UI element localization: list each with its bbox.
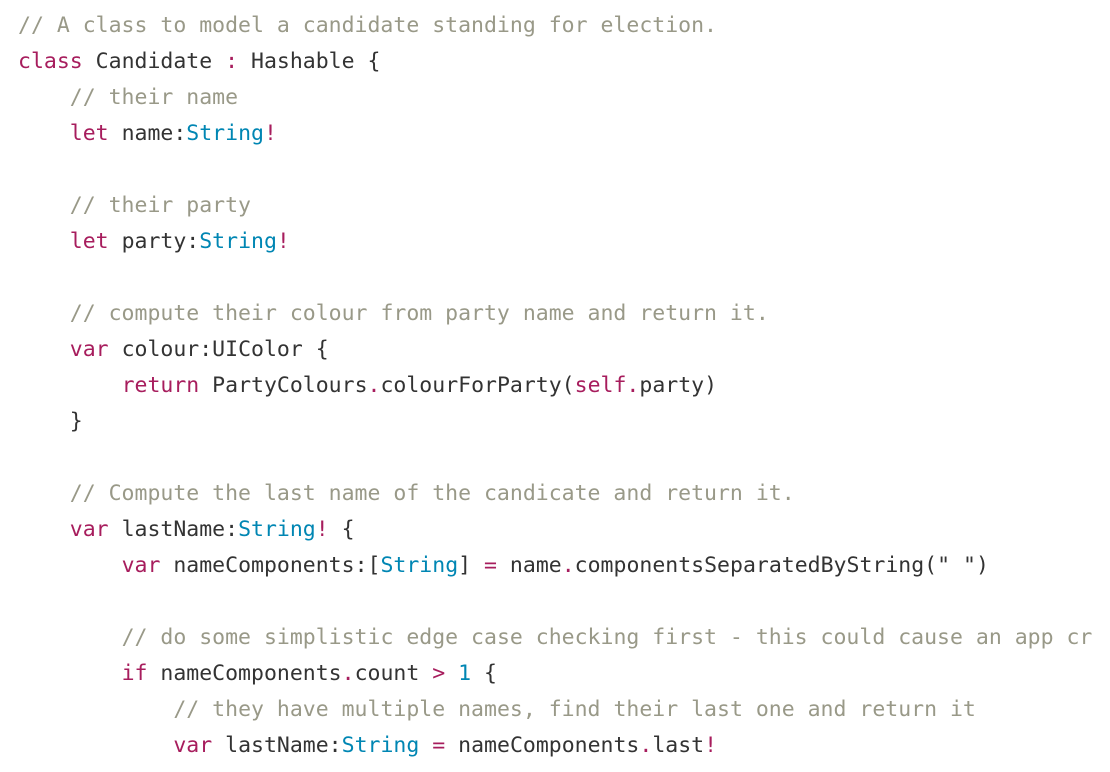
- code-token-keyword: class: [18, 49, 83, 74]
- code-token-plain: colourForParty(: [380, 373, 575, 398]
- code-token-keyword: var: [173, 733, 213, 758]
- code-token-operator: !: [315, 517, 329, 542]
- code-token-operator: .: [367, 373, 381, 398]
- code-token-operator: .: [341, 661, 355, 686]
- code-line: // their name: [18, 80, 1110, 116]
- code-token-type: String: [238, 517, 316, 542]
- code-token-plain: ]: [458, 553, 485, 578]
- code-token-keyword: var: [121, 553, 161, 578]
- code-token-plain: PartyColours: [199, 373, 368, 398]
- code-token-plain: lastName:: [212, 733, 342, 758]
- code-line: if nameComponents.count > 1 {: [18, 656, 1110, 692]
- code-token-plain: party): [639, 373, 718, 398]
- code-line: // A class to model a candidate standing…: [18, 8, 1110, 44]
- code-token-keyword: let: [69, 229, 109, 254]
- code-token-operator: !: [704, 733, 718, 758]
- code-token-plain: {: [328, 517, 355, 542]
- code-token-comment: // do some simplistic edge case checking…: [121, 625, 1093, 650]
- code-line: }: [18, 404, 1110, 440]
- code-token-type: String: [341, 733, 420, 758]
- code-token-operator: :: [225, 49, 239, 74]
- code-token-plain: nameComponents:[: [160, 553, 381, 578]
- code-token-plain: lastName:: [108, 517, 239, 542]
- code-token-plain: Candidate: [82, 49, 226, 74]
- code-token-keyword: var: [69, 337, 109, 362]
- code-token-plain: name: [496, 553, 562, 578]
- code-token-keyword: let: [69, 121, 109, 146]
- code-token-operator: !: [276, 229, 290, 254]
- code-line: // their party: [18, 188, 1110, 224]
- code-token-operator: .: [561, 553, 575, 578]
- code-token-operator: .: [626, 373, 640, 398]
- code-token-operator: .: [639, 733, 653, 758]
- code-token-plain: {: [471, 661, 497, 686]
- code-line: // they have multiple names, find their …: [18, 692, 1110, 728]
- code-token-plain: componentsSeparatedByString(" "): [574, 553, 989, 578]
- code-token-plain: count: [354, 661, 433, 686]
- code-token-comment: // their party: [69, 193, 251, 218]
- code-token-keyword: return: [121, 373, 200, 398]
- code-token-comment: // compute their colour from party name …: [69, 301, 769, 326]
- code-token-type: String: [186, 121, 264, 146]
- code-token-plain: colour:UIColor {: [108, 337, 329, 362]
- code-line: var lastName:String! {: [18, 512, 1110, 548]
- code-token-comment: // their name: [69, 85, 239, 110]
- code-token-plain: name:: [108, 121, 187, 146]
- code-token-operator: >: [432, 661, 446, 686]
- code-token-keyword: if: [121, 661, 148, 686]
- code-line: let name:String!: [18, 116, 1110, 152]
- code-token-keyword: self: [574, 373, 627, 398]
- code-token-operator: =: [432, 733, 446, 758]
- code-token-plain: party:: [108, 229, 200, 254]
- code-token-plain: last: [652, 733, 705, 758]
- code-line: var lastName:String = nameComponents.las…: [18, 728, 1110, 764]
- code-token-operator: !: [263, 121, 277, 146]
- code-token-keyword: var: [69, 517, 109, 542]
- code-line: let party:String!: [18, 224, 1110, 260]
- code-view: // A class to model a candidate standing…: [18, 8, 1110, 772]
- code-token-type: String: [199, 229, 277, 254]
- code-token-comment: // they have multiple names, find their …: [173, 697, 976, 722]
- code-line: var nameComponents:[String] = name.compo…: [18, 548, 1110, 584]
- code-token-plain: Hashable {: [238, 49, 381, 74]
- code-line: // do some simplistic edge case checking…: [18, 620, 1110, 656]
- code-line: class Candidate : Hashable {: [18, 44, 1110, 80]
- code-line: // Compute the last name of the candicat…: [18, 476, 1110, 512]
- code-line: return PartyColours.colourForParty(self.…: [18, 368, 1110, 404]
- code-token-comment: // Compute the last name of the candicat…: [69, 481, 795, 506]
- code-token-plain: }: [18, 409, 83, 434]
- code-token-operator: =: [484, 553, 497, 578]
- code-token-type: String: [380, 553, 459, 578]
- code-token-comment: // A class to model a candidate standing…: [18, 13, 717, 38]
- code-line: // compute their colour from party name …: [18, 296, 1110, 332]
- code-token-plain: nameComponents: [147, 661, 342, 686]
- code-token-number: 1: [458, 661, 472, 686]
- code-token-plain: nameComponents: [445, 733, 640, 758]
- code-line: var colour:UIColor {: [18, 332, 1110, 368]
